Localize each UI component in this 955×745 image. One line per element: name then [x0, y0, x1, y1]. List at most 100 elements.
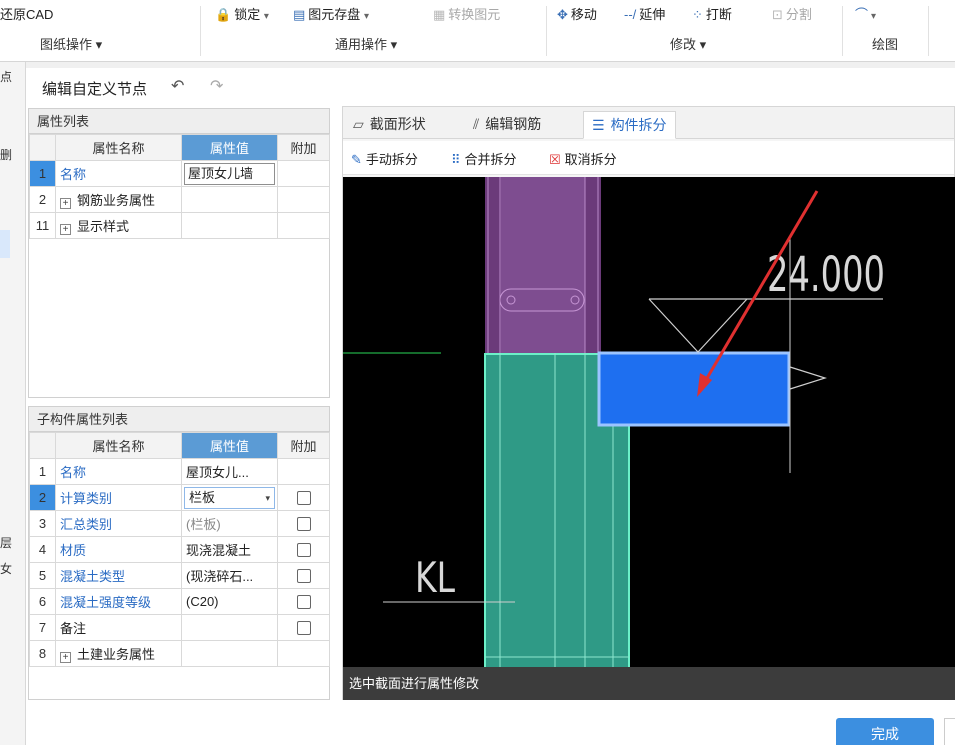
column-header [29, 432, 56, 459]
cancel-split-button[interactable]: ☒ 取消拆分 [549, 149, 617, 168]
property-name: 名称 [55, 458, 182, 485]
restore-cad-button[interactable]: 还原CAD [0, 4, 53, 23]
cancel-button-edge[interactable] [944, 718, 955, 745]
row-number: 2 [29, 186, 56, 213]
common-ops-group-label[interactable]: 通用操作 ▾ [335, 34, 397, 53]
extra-checkbox[interactable] [296, 543, 311, 558]
extend-icon: --/ [624, 7, 637, 22]
table-row[interactable]: 6 混凝土强度等级 (C20) [29, 588, 330, 615]
table-row[interactable]: 2 + 钢筋业务属性 [29, 186, 330, 213]
section-shape-icon: ▱ [353, 116, 364, 132]
column-header [29, 134, 56, 161]
column-header-name: 属性名称 [55, 432, 182, 459]
convert-elements-button[interactable]: ▦ 转换图元 [433, 4, 500, 23]
table-row[interactable]: 7 备注 [29, 614, 330, 641]
expand-icon[interactable]: + [60, 224, 71, 235]
property-table: 属性名称 属性值 附加 1 名称 屋顶女儿墙 2 + 钢筋业务属性 11 + 显示样… [29, 134, 330, 239]
drawing-canvas[interactable]: 24.000 KL [343, 177, 955, 667]
modify-group-label[interactable]: 修改 ▾ [670, 34, 706, 53]
property-value-cell[interactable] [181, 186, 278, 213]
lock-icon: 🔒 [215, 7, 232, 22]
break-icon: ⁘ [692, 7, 703, 22]
property-value-input[interactable]: 屋顶女儿墙 [184, 162, 275, 185]
expand-icon[interactable]: + [60, 652, 71, 663]
subcomponent-property-table: 属性名称 属性值 附加 1 名称 屋顶女儿... 2 计算类别 栏板 ▾ 3 汇总… [29, 432, 330, 667]
row-number: 1 [29, 160, 56, 187]
table-row[interactable]: 11 + 显示样式 [29, 212, 330, 239]
extra-cell [277, 186, 330, 213]
manual-split-icon: ✎ [351, 152, 362, 167]
merge-split-button[interactable]: ⠿ 合并拆分 [451, 149, 517, 168]
property-value-cell[interactable]: (现浇碎石... [181, 562, 278, 589]
save-elements-button[interactable]: ▤ 图元存盘 ▾ [293, 4, 369, 23]
property-value-cell[interactable] [181, 640, 278, 667]
draw-arc-button[interactable]: ⌒ ▾ [855, 4, 876, 23]
column-header-value: 属性值 [181, 432, 278, 459]
property-value-cell[interactable] [181, 614, 278, 641]
convert-icon: ▦ [433, 7, 446, 22]
table-row[interactable]: 8 + 土建业务属性 [29, 640, 330, 667]
extra-cell [277, 562, 330, 589]
merge-split-icon: ⠿ [451, 152, 461, 167]
drawing-ops-group-label[interactable]: 图纸操作 ▾ [40, 34, 102, 53]
table-row[interactable]: 4 材质 现浇混凝土 [29, 536, 330, 563]
redo-icon[interactable]: ↷ [210, 76, 223, 96]
table-row[interactable]: 2 计算类别 栏板 ▾ [29, 484, 330, 511]
tab-edit-rebar[interactable]: ⫽ 编辑钢筋 [465, 111, 549, 139]
row-number: 1 [29, 458, 56, 485]
calc-category-select[interactable]: 栏板 ▾ [184, 486, 275, 509]
move-button[interactable]: ✥ 移动 [557, 4, 597, 23]
property-value-cell[interactable]: 屋顶女儿墙 [181, 160, 278, 187]
property-value-cell[interactable]: 屋顶女儿... [181, 458, 278, 485]
slab-shape[interactable] [597, 351, 791, 427]
row-number: 8 [29, 640, 56, 667]
property-list-panel: 属性列表 属性名称 属性值 附加 1 名称 屋顶女儿墙 2 + 钢筋业务属性 1… [28, 108, 330, 398]
subcomponent-property-header: 子构件属性列表 [29, 407, 329, 432]
done-button[interactable]: 完成 [836, 718, 934, 745]
column-header-extra: 附加 [277, 432, 330, 459]
property-value-cell[interactable]: (C20) [181, 588, 278, 615]
row-number: 6 [29, 588, 56, 615]
extra-checkbox[interactable] [296, 517, 311, 532]
extra-cell [277, 484, 330, 511]
extend-button[interactable]: --/延伸 [624, 4, 665, 23]
tab-section-shape[interactable]: ▱ 截面形状 [345, 111, 434, 139]
table-row[interactable]: 1 名称 屋顶女儿墙 [29, 160, 330, 187]
lock-button[interactable]: 🔒 锁定 ▾ [215, 4, 269, 23]
extra-checkbox[interactable] [296, 491, 311, 506]
property-value-cell[interactable]: (栏板) [181, 510, 278, 537]
row-number: 5 [29, 562, 56, 589]
property-value-cell[interactable]: 栏板 ▾ [181, 484, 278, 511]
column-header-value: 属性值 [181, 134, 278, 161]
bg-text: 删 [0, 148, 13, 162]
break-button[interactable]: ⁘ 打断 [692, 4, 732, 23]
property-value-cell[interactable]: 现浇混凝土 [181, 536, 278, 563]
table-header-row: 属性名称 属性值 附加 [29, 432, 330, 459]
extra-checkbox[interactable] [296, 595, 311, 610]
tab-component-split[interactable]: ☰ 构件拆分 [583, 111, 676, 139]
extra-cell [277, 510, 330, 537]
split-button[interactable]: ⊡ 分割 [772, 4, 812, 23]
table-row[interactable]: 1 名称 屋顶女儿... [29, 458, 330, 485]
table-row[interactable]: 5 混凝土类型 (现浇碎石... [29, 562, 330, 589]
extra-checkbox[interactable] [296, 621, 311, 636]
property-name: 混凝土类型 [55, 562, 182, 589]
extra-cell [277, 588, 330, 615]
editor-tabs: ▱ 截面形状 ⫽ 编辑钢筋 ☰ 构件拆分 [343, 107, 954, 139]
column-header-extra: 附加 [277, 134, 330, 161]
beam-label: KL [415, 553, 455, 602]
chevron-down-icon: ▾ [265, 492, 270, 503]
section-editor-panel: ▱ 截面形状 ⫽ 编辑钢筋 ☰ 构件拆分 ✎ 手动拆分 ⠿ 合并拆分 ☒ 取消拆分 [342, 106, 955, 700]
undo-icon[interactable]: ↶ [171, 76, 184, 96]
ribbon-divider [928, 6, 929, 56]
property-value-cell[interactable] [181, 212, 278, 239]
property-list-header: 属性列表 [29, 109, 329, 134]
draw-group-label[interactable]: 绘图 [872, 34, 898, 53]
extra-checkbox[interactable] [296, 569, 311, 584]
expand-icon[interactable]: + [60, 198, 71, 209]
row-number: 2 [29, 484, 56, 511]
row-number: 7 [29, 614, 56, 641]
manual-split-button[interactable]: ✎ 手动拆分 [351, 149, 418, 168]
table-row[interactable]: 3 汇总类别 (栏板) [29, 510, 330, 537]
arc-icon: ⌒ [855, 7, 869, 22]
